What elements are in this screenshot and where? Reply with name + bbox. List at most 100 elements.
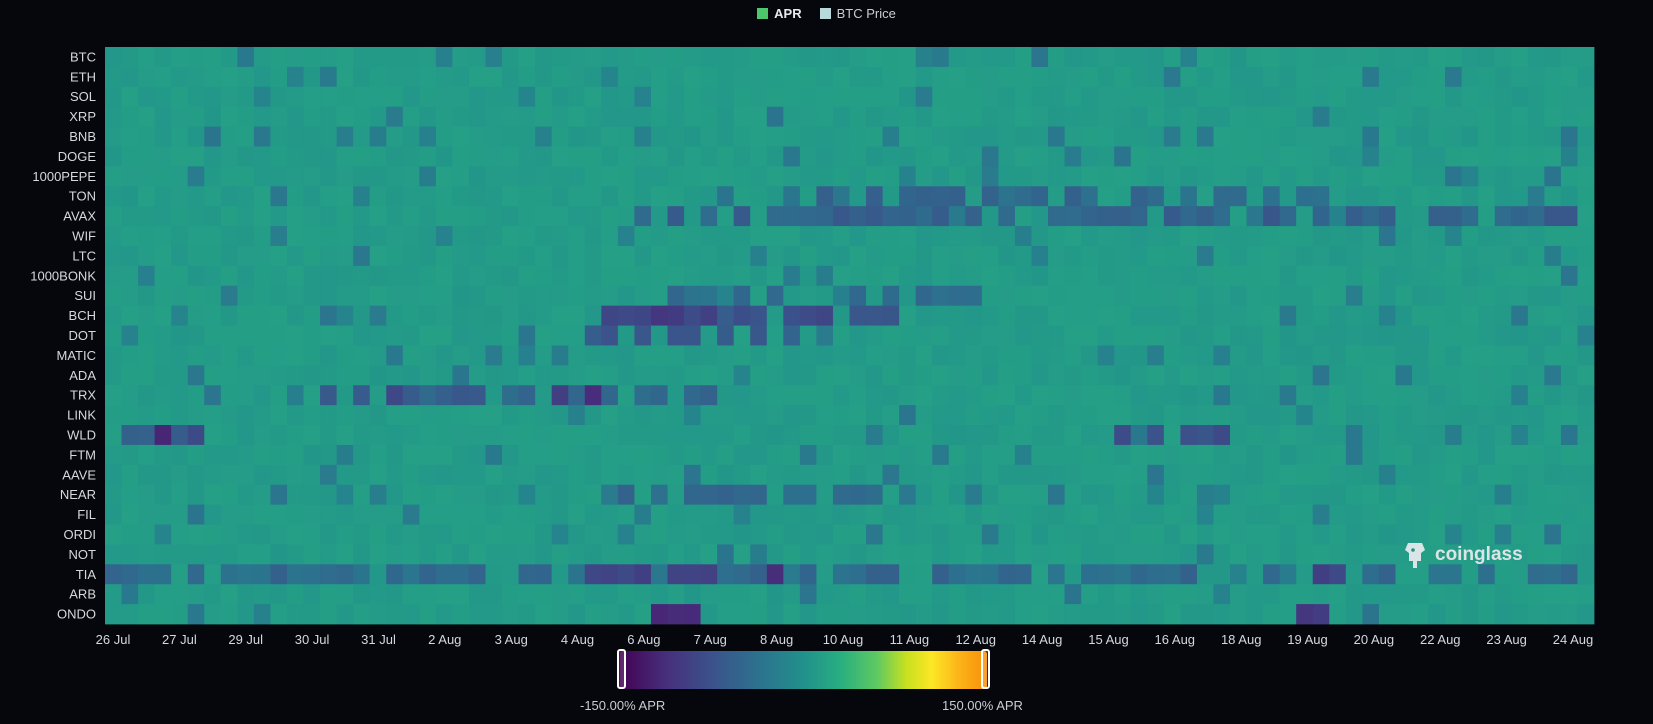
heatmap-cell[interactable] [1296,584,1314,605]
heatmap-cell[interactable] [700,464,718,486]
heatmap-cell[interactable] [1527,604,1545,625]
heatmap-cell[interactable] [1428,365,1446,386]
heatmap-cell[interactable] [1494,86,1512,108]
heatmap-cell[interactable] [684,126,701,147]
heatmap-cell[interactable] [1560,186,1578,207]
heatmap-cell[interactable] [617,325,635,346]
heatmap-cell[interactable] [551,106,569,127]
heatmap-cell[interactable] [932,464,950,486]
heatmap-cell[interactable] [1064,245,1082,267]
heatmap-cell[interactable] [204,365,222,386]
heatmap-cell[interactable] [932,126,950,147]
heatmap-cell[interactable] [1395,86,1413,108]
heatmap-cell[interactable] [1114,146,1132,167]
heatmap-cell[interactable] [1312,166,1330,187]
heatmap-cell[interactable] [915,245,933,267]
heatmap-cell[interactable] [1345,166,1363,187]
heatmap-cell[interactable] [1081,166,1099,187]
heatmap-cell[interactable] [253,265,271,287]
heatmap-cell[interactable] [220,524,238,545]
heatmap-cell[interactable] [915,106,933,127]
heatmap-cell[interactable] [369,444,387,466]
heatmap-cell[interactable] [253,444,271,466]
heatmap-cell[interactable] [551,325,569,346]
heatmap-cell[interactable] [237,564,255,585]
heatmap-cell[interactable] [1511,504,1529,525]
heatmap-cell[interactable] [551,464,569,486]
heatmap-cell[interactable] [452,345,470,366]
heatmap-cell[interactable] [1362,186,1380,207]
heatmap-cell[interactable] [303,544,321,565]
heatmap-cell[interactable] [286,245,304,267]
heatmap-cell[interactable] [948,464,966,486]
heatmap-cell[interactable] [1097,126,1115,147]
heatmap-cell[interactable] [568,425,586,446]
heatmap-cell[interactable] [121,345,139,366]
heatmap-cell[interactable] [1246,524,1264,545]
heatmap-cell[interactable] [1560,166,1578,187]
heatmap-cell[interactable] [171,444,189,466]
heatmap-cell[interactable] [1560,385,1578,406]
heatmap-cell[interactable] [1048,226,1065,247]
heatmap-cell[interactable] [584,405,602,426]
heatmap-cell[interactable] [402,425,420,446]
heatmap-cell[interactable] [138,564,156,585]
heatmap-cell[interactable] [866,186,883,207]
heatmap-cell[interactable] [138,604,156,625]
heatmap-cell[interactable] [568,444,586,466]
heatmap-cell[interactable] [932,186,950,207]
heatmap-cell[interactable] [551,444,569,466]
heatmap-cell[interactable] [1114,504,1132,525]
heatmap-cell[interactable] [1378,385,1396,406]
heatmap-cell[interactable] [849,265,867,287]
heatmap-cell[interactable] [1445,126,1463,147]
heatmap-cell[interactable] [1445,47,1463,68]
heatmap-cell[interactable] [105,285,122,307]
heatmap-cell[interactable] [717,305,735,326]
heatmap-cell[interactable] [783,564,801,585]
heatmap-cell[interactable] [171,66,189,88]
heatmap-cell[interactable] [700,405,718,426]
heatmap-cell[interactable] [650,564,668,585]
heatmap-cell[interactable] [237,504,255,525]
heatmap-cell[interactable] [899,186,917,207]
heatmap-cell[interactable] [435,186,453,207]
heatmap-cell[interactable] [832,166,850,187]
heatmap-cell[interactable] [1180,604,1198,625]
heatmap-cell[interactable] [1544,265,1562,287]
heatmap-cell[interactable] [1362,106,1380,127]
heatmap-cell[interactable] [998,106,1016,127]
heatmap-cell[interactable] [452,325,470,346]
heatmap-cell[interactable] [915,584,933,605]
heatmap-cell[interactable] [452,166,470,187]
heatmap-cell[interactable] [568,206,586,227]
heatmap-cell[interactable] [171,206,189,227]
heatmap-cell[interactable] [750,385,768,406]
heatmap-cell[interactable] [138,285,156,307]
heatmap-cell[interactable] [1196,524,1214,545]
heatmap-cell[interactable] [1478,604,1496,625]
heatmap-cell[interactable] [1296,146,1314,167]
heatmap-cell[interactable] [204,206,222,227]
heatmap-cell[interactable] [1544,106,1562,127]
heatmap-cell[interactable] [1263,245,1281,267]
heatmap-cell[interactable] [535,405,553,426]
heatmap-cell[interactable] [286,365,304,386]
heatmap-cell[interactable] [1263,226,1281,247]
heatmap-cell[interactable] [551,86,569,108]
heatmap-cell[interactable] [1163,345,1181,366]
heatmap-cell[interactable] [948,86,966,108]
heatmap-cell[interactable] [733,464,751,486]
heatmap-cell[interactable] [584,444,602,466]
heatmap-cell[interactable] [452,405,470,426]
heatmap-cell[interactable] [866,285,883,307]
heatmap-cell[interactable] [1511,265,1529,287]
heatmap-cell[interactable] [733,166,751,187]
heatmap-cell[interactable] [1428,584,1446,605]
heatmap-cell[interactable] [1031,285,1049,307]
heatmap-cell[interactable] [485,106,503,127]
heatmap-cell[interactable] [286,544,304,565]
heatmap-cell[interactable] [121,305,139,326]
heatmap-cell[interactable] [799,405,817,426]
heatmap-cell[interactable] [1130,325,1148,346]
